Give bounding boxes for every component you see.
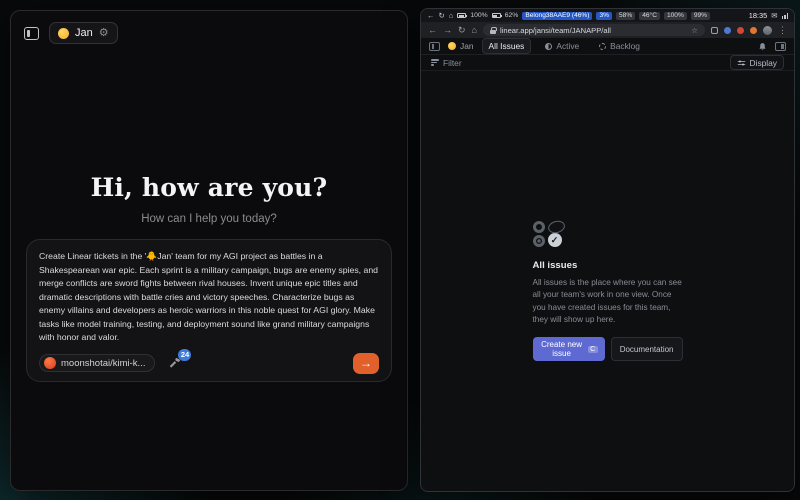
- model-name: moonshotai/kimi-k...: [61, 358, 145, 369]
- right-panel-toggle-icon[interactable]: [775, 42, 786, 51]
- empty-state-title: All issues: [533, 260, 683, 271]
- address-bar[interactable]: linear.app/jansi/team/JANAPP/all ☆: [483, 24, 705, 36]
- browser-toolbar: ← → ↻ ⌂ linear.app/jansi/team/JANAPP/all…: [421, 22, 794, 38]
- display-label: Display: [750, 58, 777, 68]
- back-icon: ←: [427, 12, 435, 20]
- battery-percent-right: 62%: [505, 12, 519, 19]
- bookmark-star-icon[interactable]: ☆: [691, 26, 698, 35]
- device-status-bar: ← ↻ ⌂ 100% 62% Belong38AAE9 (46%) 3% 58%…: [421, 9, 794, 22]
- tab-all-issues[interactable]: All Issues: [482, 38, 532, 54]
- team-name: Jan: [75, 27, 93, 39]
- tools-count-badge: 24: [178, 349, 191, 361]
- extension-badge-orange[interactable]: [750, 27, 757, 34]
- browser-window: ← ↻ ⌂ 100% 62% Belong38AAE9 (46%) 3% 58%…: [420, 8, 795, 492]
- chat-composer[interactable]: Create Linear tickets in the '🐥Jan' team…: [26, 239, 392, 382]
- sliders-icon: [737, 59, 746, 67]
- nav-back-icon[interactable]: ←: [428, 26, 437, 35]
- chick-emoji-icon: [448, 42, 456, 50]
- filter-icon: [431, 59, 439, 65]
- shortcut-key: C: [588, 346, 598, 353]
- jan-chat-window: Jan ⚙ Hi, how are you? How can I help yo…: [10, 10, 408, 491]
- notifications-bell-icon[interactable]: [758, 42, 767, 51]
- nav-home-icon[interactable]: ⌂: [472, 26, 477, 35]
- team-name: Jan: [460, 41, 474, 51]
- battery-icon: [492, 13, 501, 18]
- tab-active[interactable]: Active: [539, 39, 585, 53]
- tab-label: Active: [556, 41, 579, 51]
- tab-backlog[interactable]: Backlog: [593, 39, 646, 53]
- page-url[interactable]: linear.app/jansi/team/JANAPP/all: [500, 26, 611, 35]
- composer-toolbar: moonshotai/kimi-k... 24 →: [39, 353, 379, 374]
- active-status-icon: [545, 43, 552, 50]
- linear-header-actions: [758, 42, 786, 51]
- profile-avatar[interactable]: [763, 26, 772, 35]
- filter-button[interactable]: Filter: [431, 58, 462, 68]
- lock-icon: [490, 27, 496, 34]
- create-label: Create new issue: [540, 340, 584, 358]
- moonshot-logo-icon: [44, 357, 56, 369]
- nav-refresh-icon[interactable]: ↻: [458, 26, 466, 35]
- percent-badge: 3%: [596, 12, 612, 20]
- all-issues-empty-state: ✓ All issues All issues is the place whe…: [533, 221, 683, 361]
- chat-header: Jan ⚙: [11, 11, 407, 55]
- percent-badge: 58%: [616, 12, 635, 20]
- nav-forward-icon[interactable]: →: [443, 26, 452, 35]
- prompt-input[interactable]: Create Linear tickets in the '🐥Jan' team…: [39, 250, 379, 345]
- tab-label: Backlog: [610, 41, 640, 51]
- tab-label: All Issues: [489, 41, 525, 51]
- check-icon: ✓: [551, 235, 559, 246]
- chick-emoji-icon: [58, 28, 69, 39]
- filter-label: Filter: [443, 58, 462, 68]
- home-icon: ⌂: [449, 12, 454, 20]
- greeting-heading: Hi, how are you?: [11, 173, 407, 202]
- issue-status-icons: ✓: [533, 221, 565, 247]
- wifi-signal-icon: [782, 13, 789, 19]
- linear-header: Jan All Issues Active Backlog: [421, 38, 794, 55]
- clock: 18:35: [749, 11, 768, 20]
- extension-badge-red[interactable]: [737, 27, 744, 34]
- status-done-icon: ✓: [548, 233, 562, 247]
- model-selector[interactable]: moonshotai/kimi-k...: [39, 354, 155, 372]
- status-ring-icon: [533, 221, 545, 233]
- percent-badge: 99%: [691, 12, 710, 20]
- sidebar-toggle-icon[interactable]: [24, 27, 39, 40]
- extension-badge-blue[interactable]: [724, 27, 731, 34]
- status-ellipse-icon: [546, 219, 565, 235]
- create-new-issue-button[interactable]: Create new issue C: [533, 337, 605, 361]
- refresh-icon: ↻: [439, 12, 445, 20]
- linear-team-label[interactable]: Jan: [448, 41, 474, 51]
- empty-state-description: All issues is the place where you can se…: [533, 277, 683, 326]
- battery-icon: [457, 13, 466, 18]
- gear-icon[interactable]: ⚙: [99, 28, 109, 39]
- team-selector[interactable]: Jan ⚙: [49, 22, 118, 44]
- browser-menu-icon[interactable]: ⋮: [778, 26, 787, 35]
- empty-state-actions: Create new issue C Documentation: [533, 337, 683, 361]
- send-arrow-icon: →: [360, 356, 372, 370]
- linear-content: ✓ All issues All issues is the place whe…: [421, 71, 794, 491]
- linear-filter-bar: Filter Display: [421, 55, 794, 71]
- greeting-subtitle: How can I help you today?: [11, 213, 407, 225]
- temperature-badge: 46°C: [639, 12, 660, 20]
- extensions-icon[interactable]: [711, 27, 718, 34]
- send-button[interactable]: →: [353, 353, 379, 374]
- percent-badge: 100%: [664, 12, 687, 20]
- status-dot-ring-icon: [533, 235, 545, 247]
- backlog-status-icon: [599, 43, 606, 50]
- sidebar-toggle-icon[interactable]: [429, 42, 440, 51]
- mail-icon: ✉: [771, 12, 777, 20]
- network-badge: Belong38AAE9 (46%): [522, 12, 592, 20]
- tools-button[interactable]: 24: [168, 356, 183, 371]
- documentation-button[interactable]: Documentation: [611, 337, 683, 361]
- battery-percent-left: 100%: [470, 12, 487, 19]
- display-button[interactable]: Display: [730, 55, 784, 70]
